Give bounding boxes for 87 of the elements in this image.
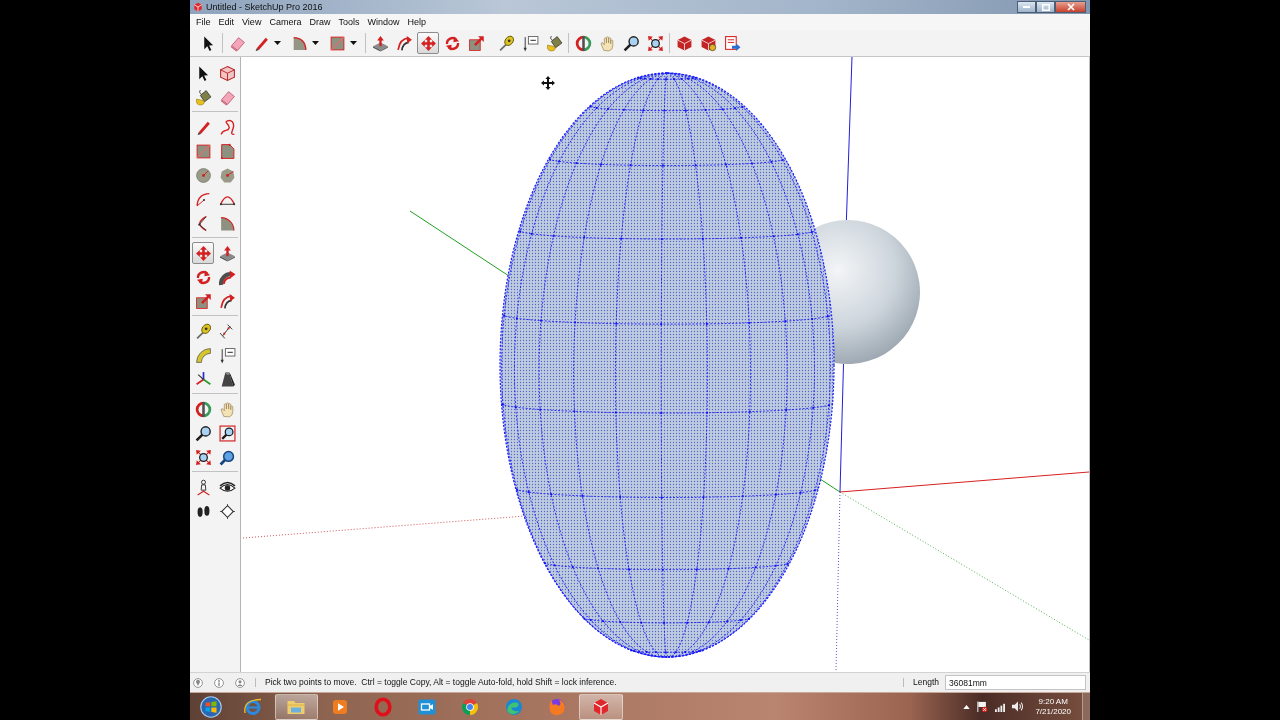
component-cube-icon — [218, 64, 236, 82]
close-icon — [1066, 3, 1075, 11]
text-label-icon — [218, 346, 236, 364]
orbit-icon — [574, 34, 592, 52]
zoom-extents-icon — [646, 34, 664, 52]
tool-button[interactable] — [216, 422, 238, 444]
rectangle-icon — [194, 142, 212, 160]
move-cursor-icon — [541, 76, 555, 90]
zoom-window-icon — [218, 424, 236, 442]
caret-icon — [350, 41, 357, 45]
axes-icon — [194, 370, 212, 388]
measurement-field[interactable]: 36081mm — [945, 675, 1086, 690]
browser-ring-icon — [242, 696, 263, 717]
move-arrows-icon — [194, 244, 212, 262]
modeling-viewport[interactable] — [241, 57, 1090, 672]
tricolor-circle-icon — [460, 696, 481, 717]
speaker-icon[interactable] — [1012, 701, 1024, 712]
window-title: Untitled - SketchUp Pro 2016 — [206, 1, 323, 14]
document-arrow-icon — [723, 34, 741, 52]
arc-icon — [291, 34, 308, 52]
magnifier-icon — [218, 448, 236, 466]
zoom-extents-icon — [194, 448, 212, 466]
scale-icon — [467, 34, 485, 52]
maximize-icon — [1041, 3, 1050, 11]
cube-badge-icon — [699, 34, 717, 52]
location-pin-icon[interactable] — [193, 677, 203, 688]
cube-icon — [675, 34, 693, 52]
measurement-label: Length — [913, 676, 939, 689]
menu-item[interactable]: Tools — [334, 14, 364, 30]
move-arrows-icon — [419, 34, 437, 52]
menu-item[interactable]: View — [238, 14, 266, 30]
hand-icon — [598, 34, 616, 52]
minimize-button[interactable] — [1017, 1, 1036, 13]
arc-icon — [194, 190, 212, 208]
paint-bucket-icon — [194, 88, 212, 106]
circle-icon — [194, 166, 212, 184]
app-logo-icon — [193, 2, 203, 12]
close-button[interactable] — [1055, 1, 1086, 13]
pie-icon — [218, 214, 236, 232]
info-icon[interactable] — [214, 677, 224, 688]
scale-icon — [194, 292, 212, 310]
menu-item[interactable]: Draw — [305, 14, 335, 30]
caret-up-icon[interactable] — [963, 704, 971, 709]
ring-icon — [373, 696, 394, 717]
orbit-icon — [194, 400, 212, 418]
offset-icon — [218, 292, 236, 310]
menu-item[interactable]: Edit — [214, 14, 239, 30]
signal-bars-icon[interactable] — [995, 701, 1006, 712]
menu-item[interactable]: Camera — [265, 14, 306, 30]
squiggle-icon — [218, 118, 236, 136]
hand-icon — [218, 400, 236, 418]
protractor-icon — [194, 346, 212, 364]
taskbar-button[interactable] — [579, 693, 623, 720]
swirl-icon — [503, 696, 524, 717]
text-label-icon — [521, 34, 539, 52]
menu-item[interactable]: Help — [403, 14, 430, 30]
menu-item[interactable]: File — [192, 14, 215, 30]
push-pull-icon — [218, 244, 236, 262]
figure-icon — [194, 478, 212, 496]
paint-bucket-icon — [545, 34, 563, 52]
tape-measure-icon — [194, 322, 212, 340]
caret-icon — [312, 41, 319, 45]
menu-item[interactable]: Window — [363, 14, 404, 30]
push-pull-icon — [371, 34, 389, 52]
tape-measure-icon — [497, 34, 515, 52]
offset-icon — [395, 34, 413, 52]
magnifier-icon — [622, 34, 640, 52]
maximize-button[interactable] — [1036, 1, 1055, 13]
polygon-icon — [218, 166, 236, 184]
flame-globe-icon — [547, 696, 568, 717]
user-icon[interactable] — [235, 677, 245, 688]
magnifier-icon — [194, 424, 212, 442]
taskbar-button[interactable] — [274, 693, 318, 720]
caret-icon — [274, 41, 281, 45]
flag-icon[interactable] — [977, 700, 989, 713]
rotate-arrows-icon — [443, 34, 461, 52]
start-orb-icon — [199, 695, 222, 718]
eraser-icon — [228, 34, 246, 52]
rectangle-icon — [329, 34, 346, 52]
status-message: Pick two points to move. Ctrl = toggle Copy, Alt = toggle Auto-fold, hold Shift = lock inference. — [265, 676, 617, 689]
clock-date[interactable]: 7/21/2020 — [1035, 706, 1071, 717]
follow-me-icon — [218, 268, 236, 286]
eraser-icon — [218, 88, 236, 106]
clock-time[interactable]: 9:20 AM — [1038, 696, 1068, 707]
minimize-icon — [1023, 6, 1030, 8]
section-plane-icon — [218, 502, 236, 520]
rotate-arrows-icon — [194, 268, 212, 286]
